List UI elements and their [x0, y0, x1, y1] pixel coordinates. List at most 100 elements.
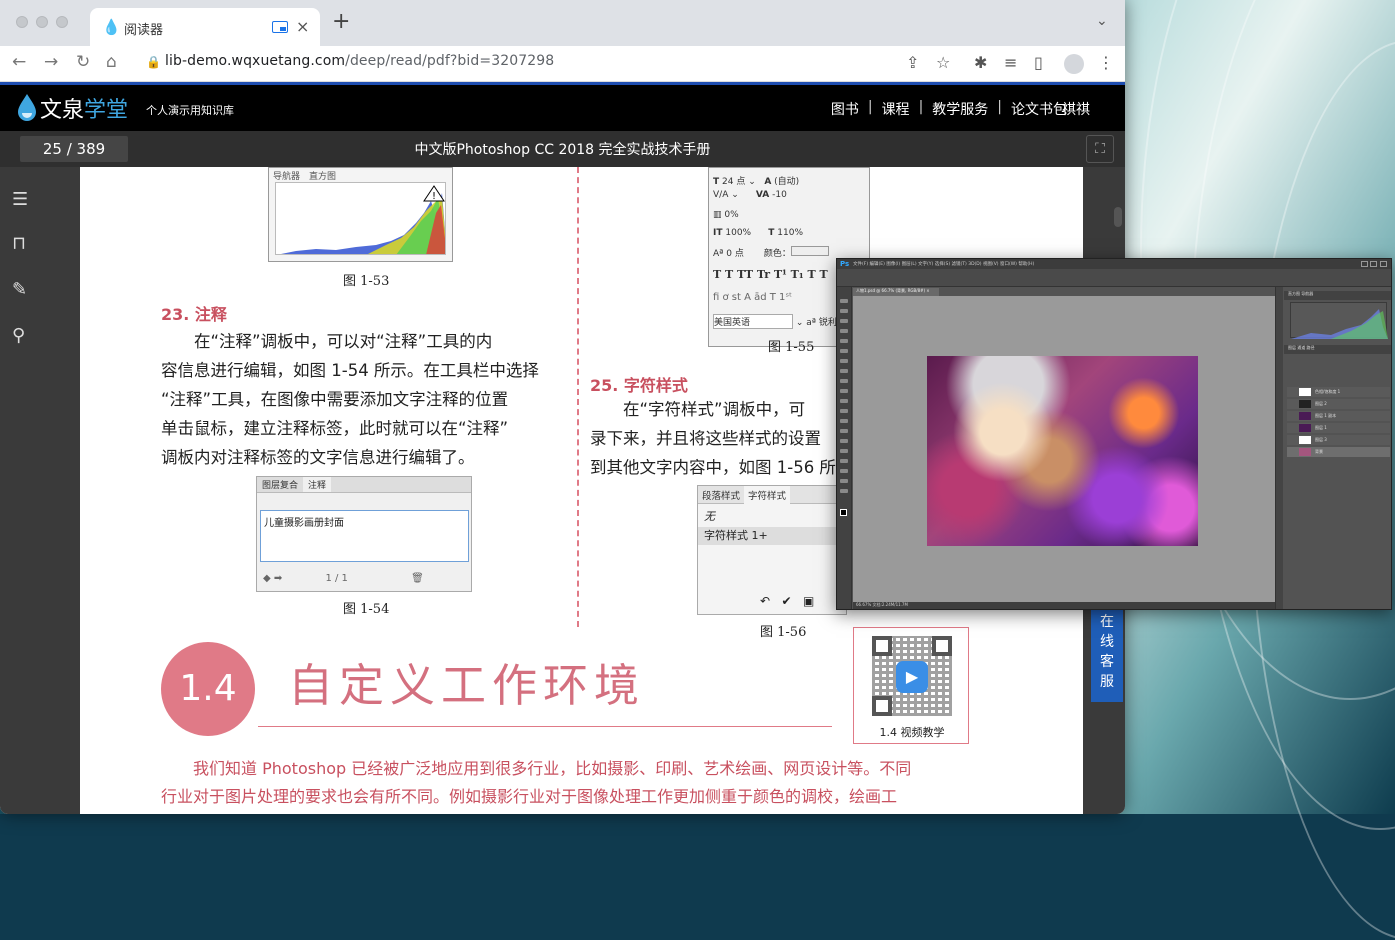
section-1-4-title: 自定义工作环境: [288, 659, 646, 712]
ps-histogram: [1290, 302, 1388, 339]
back-icon[interactable]: ←: [12, 52, 26, 72]
ps-close-button[interactable]: [1380, 261, 1387, 267]
blur-tool-icon[interactable]: [840, 419, 848, 423]
ps-layer-row[interactable]: 图层 1 副本: [1287, 411, 1390, 421]
fig55-tracking: -10: [772, 190, 787, 200]
hand-tool-icon[interactable]: [840, 479, 848, 483]
figure-1-56-character-styles-panel: 段落样式 字符样式 无 字符样式 1+ ↶ ✔ ▣: [697, 485, 848, 615]
move-tool-icon[interactable]: [840, 299, 848, 303]
sidepanel-icon[interactable]: ▯: [1034, 53, 1043, 72]
address-bar[interactable]: lib-demo.wqxuetang.com/deep/read/pdf?bid…: [165, 53, 554, 69]
ps-layer-row[interactable]: 图层 1: [1287, 423, 1390, 433]
fig55-antialias: 锐利: [818, 318, 837, 328]
profile-icon[interactable]: [1064, 54, 1084, 74]
ps-panels: 直方图 导航器 图层 通道 路径 色相/饱和度 1 图层 2 图层 1 副本 图…: [1284, 287, 1391, 609]
new-tab-button[interactable]: +: [332, 9, 350, 34]
gradient-tool-icon[interactable]: [840, 409, 848, 413]
path-select-tool-icon[interactable]: [840, 459, 848, 463]
history-brush-tool-icon[interactable]: [840, 389, 848, 393]
scrollbar-thumb[interactable]: [1114, 207, 1122, 227]
site-header: 文泉 学堂 个人演示用知识库 图书 | 课程 | 教学服务 | 论文书包 祺祺: [0, 85, 1125, 131]
nav-separator: |: [997, 99, 1002, 115]
ps-layer-row[interactable]: 图层 3: [1287, 435, 1390, 445]
reload-icon[interactable]: ↻: [76, 52, 90, 72]
fullscreen-icon[interactable]: ⛶: [1086, 135, 1114, 163]
bookmark-icon[interactable]: ⊓: [12, 233, 26, 254]
ps-layer-row-selected[interactable]: 背景: [1287, 447, 1390, 457]
ps-layer-row[interactable]: 图层 2: [1287, 399, 1390, 409]
tab-close-button[interactable]: ×: [296, 17, 309, 36]
close-window-button[interactable]: [16, 16, 28, 28]
menu-icon[interactable]: ⋮: [1098, 53, 1114, 72]
figure-1-56-caption: 图 1-56: [760, 625, 807, 640]
lasso-tool-icon[interactable]: [840, 319, 848, 323]
forward-icon[interactable]: →: [44, 52, 58, 72]
reader-toolbar: 25 / 389 中文版Photoshop CC 2018 完全实战技术手册 ⛶: [0, 131, 1125, 167]
minimize-window-button[interactable]: [36, 16, 48, 28]
photoshop-window[interactable]: Ps 文件(F) 编辑(E) 图像(I) 图层(L) 文字(Y) 选择(S) 滤…: [836, 258, 1392, 610]
pen-tool-icon[interactable]: [840, 439, 848, 443]
dodge-tool-icon[interactable]: [840, 429, 848, 433]
figure-1-54-notes-panel: 图层复合 注释 儿童摄影画册封面 ◆ ➡ 1 / 1 🗑: [256, 476, 472, 592]
fig54-tab-notes: 注释: [303, 477, 332, 492]
healing-tool-icon[interactable]: [840, 359, 848, 363]
foreground-color-swatch[interactable]: [840, 509, 847, 516]
eraser-tool-icon[interactable]: [840, 399, 848, 403]
new-style-icon: ▣: [803, 594, 815, 608]
zoom-tool-icon[interactable]: [840, 489, 848, 493]
lock-icon[interactable]: 🔒: [146, 55, 161, 69]
ps-document-tab[interactable]: 人物1.psd @ 66.7% (背景, RGB/8#) ×: [853, 288, 939, 296]
stamp-tool-icon[interactable]: [840, 379, 848, 383]
notes-icon[interactable]: ✎: [12, 279, 27, 300]
fig55-leading: (自动): [774, 177, 800, 187]
ps-document-image[interactable]: [927, 356, 1198, 546]
browser-tab[interactable]: 💧 阅读器 ×: [90, 8, 320, 46]
marquee-tool-icon[interactable]: [840, 309, 848, 313]
user-name[interactable]: 祺祺: [1062, 99, 1090, 119]
ps-layer-row[interactable]: 色相/饱和度 1: [1287, 387, 1390, 397]
figure-1-55-caption: 图 1-55: [768, 340, 815, 355]
ps-maximize-button[interactable]: [1370, 261, 1377, 267]
logo-text-wenquan[interactable]: 文泉: [40, 92, 84, 124]
shape-tool-icon[interactable]: [840, 469, 848, 473]
eyedropper-tool-icon[interactable]: [840, 349, 848, 353]
video-camera-icon: ▶: [896, 661, 928, 693]
layer-thumbnail: [1299, 388, 1311, 396]
paragraph-line: 在“字符样式”调板中，可: [590, 400, 806, 419]
layer-thumbnail: [1299, 400, 1311, 408]
maximize-window-button[interactable]: [56, 16, 68, 28]
paragraph-line: 录下来，并且将这些样式的设置: [590, 429, 821, 448]
next-note-icon: ➡: [273, 573, 283, 584]
nav-books[interactable]: 图书: [831, 99, 859, 119]
reader-side-rail: ☰ ⊓ ✎ ⚲: [0, 167, 48, 814]
type-tool-icon[interactable]: [840, 449, 848, 453]
search-icon[interactable]: ⚲: [12, 325, 25, 346]
site-nav: 图书 | 课程 | 教学服务 | 论文书包: [831, 99, 1067, 119]
star-icon[interactable]: ☆: [936, 53, 950, 72]
logo-text-xuetang[interactable]: 学堂: [84, 92, 128, 124]
brush-tool-icon[interactable]: [840, 369, 848, 373]
ps-canvas-area[interactable]: [853, 296, 1275, 602]
reading-list-icon[interactable]: ≡: [1004, 53, 1017, 72]
nav-paper-bag[interactable]: 论文书包: [1011, 99, 1067, 119]
qr-finder: [872, 636, 892, 656]
extensions-icon[interactable]: ✱: [974, 53, 987, 72]
layer-thumbnail: [1299, 412, 1311, 420]
crop-tool-icon[interactable]: [840, 339, 848, 343]
online-service-button[interactable]: 在线客服: [1091, 606, 1123, 702]
ps-menu-items[interactable]: 文件(F) 编辑(E) 图像(I) 图层(L) 文字(Y) 选择(S) 滤镜(T…: [853, 261, 1034, 267]
ps-minimize-button[interactable]: [1361, 261, 1368, 267]
fig53-tab-navigator: 导航器: [273, 172, 301, 182]
ps-layers-tabs[interactable]: 图层 通道 路径: [1284, 345, 1391, 354]
toc-icon[interactable]: ☰: [12, 189, 28, 210]
share-icon[interactable]: ⇪: [906, 53, 919, 72]
picture-in-picture-icon[interactable]: [272, 21, 288, 33]
home-icon[interactable]: ⌂: [106, 52, 117, 72]
nav-teaching-services[interactable]: 教学服务: [932, 99, 988, 119]
tab-search-icon[interactable]: ⌄: [1096, 13, 1108, 29]
page-gutter-left: [48, 167, 80, 814]
nav-courses[interactable]: 课程: [882, 99, 910, 119]
quick-select-tool-icon[interactable]: [840, 329, 848, 333]
ps-histogram-tabs[interactable]: 直方图 导航器: [1284, 291, 1391, 300]
video-qr-code[interactable]: ▶ 1.4 视频教学: [853, 627, 969, 744]
